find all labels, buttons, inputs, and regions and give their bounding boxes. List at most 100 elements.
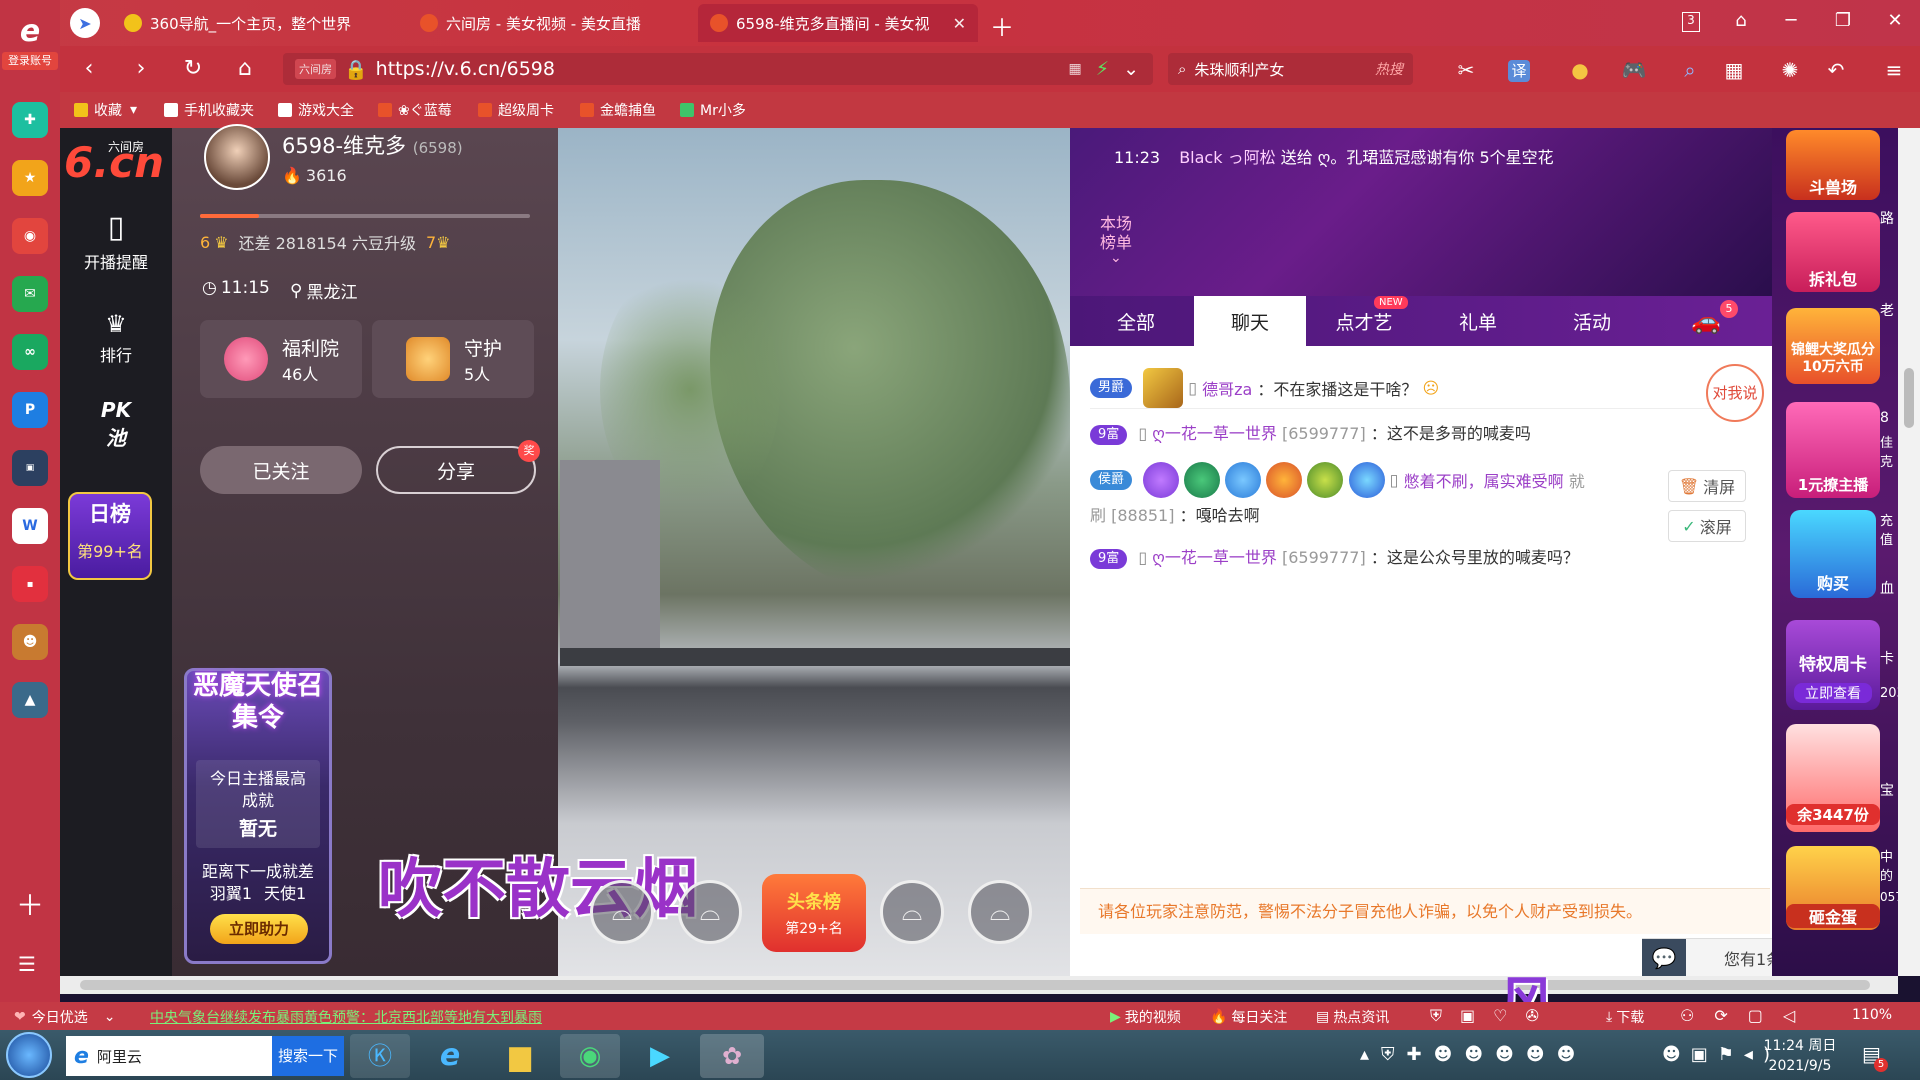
qr-icon[interactable]: ▦ bbox=[1069, 61, 1082, 77]
to-me-button[interactable]: 对我说 bbox=[1706, 364, 1764, 422]
tab-all[interactable]: 全部 bbox=[1080, 296, 1192, 346]
ad-koi[interactable]: 锦鲤大奖瓜分10万六币 bbox=[1786, 308, 1880, 384]
app-icon[interactable]: ▣ bbox=[12, 450, 48, 486]
coin-icon[interactable]: ● bbox=[1566, 58, 1594, 82]
url-bar[interactable]: 六间房 🔒 https://v.6.cn/6598 ▦ ⚡ ⌄ bbox=[283, 53, 1153, 85]
minimize-icon[interactable]: ─ bbox=[1776, 10, 1806, 31]
status-misc-icons[interactable]: ⚇⟳▢◁ bbox=[1680, 1006, 1815, 1025]
seat-icon[interactable]: ⌓ bbox=[590, 880, 654, 944]
taskbar-search-box[interactable]: e 阿里云 bbox=[66, 1036, 272, 1076]
close-window-icon[interactable]: ✕ bbox=[1880, 10, 1910, 31]
360-logo-icon[interactable]: e bbox=[8, 14, 52, 49]
close-tab-icon[interactable]: ✕ bbox=[953, 14, 966, 33]
explorer-icon[interactable]: ▆ bbox=[490, 1034, 550, 1078]
skin-icon[interactable]: ✺ bbox=[1776, 58, 1804, 82]
tray-icons[interactable]: ▴⛨✚☻☻☻☻☻ bbox=[1360, 1044, 1587, 1065]
session-rank-button[interactable]: 本场榜单 bbox=[1098, 214, 1134, 252]
magnifier-icon[interactable]: ⌕ bbox=[1676, 58, 1704, 82]
clock[interactable]: 11:24 周日 2021/9/5 bbox=[1760, 1036, 1840, 1076]
player-icon[interactable]: ▶ bbox=[630, 1034, 690, 1078]
game-char-icon[interactable]: ☻ bbox=[12, 624, 48, 660]
undo-icon[interactable]: ↶ bbox=[1822, 58, 1850, 82]
seat-icon[interactable]: ⌓ bbox=[880, 880, 944, 944]
shirt-icon[interactable]: ⌂ bbox=[1726, 10, 1756, 31]
scroll-screen-button[interactable]: ✓ 滚屏 bbox=[1668, 510, 1746, 542]
bookmark-lanmei[interactable]: ❀ぐ蓝莓 bbox=[378, 100, 452, 120]
hot-news-button[interactable]: ▤ 热点资讯 bbox=[1316, 1007, 1389, 1027]
vertical-scrollbar[interactable] bbox=[1898, 128, 1920, 976]
bookmark-favorites[interactable]: 收藏 ▾ bbox=[74, 100, 137, 120]
msg-user[interactable]: ღ一花一草一世界 bbox=[1152, 424, 1277, 443]
weibo-icon[interactable]: ◉ bbox=[12, 218, 48, 254]
clear-screen-button[interactable]: 🗑 清屏 bbox=[1668, 470, 1746, 502]
grid-icon[interactable]: ▦ bbox=[1720, 58, 1748, 82]
avatar[interactable] bbox=[204, 124, 270, 190]
tab-360[interactable]: 360导航_一个主页，整个世界 bbox=[112, 4, 400, 42]
refresh-icon[interactable]: ↻ bbox=[178, 56, 208, 81]
msg-user[interactable]: ღ一花一草一世界 bbox=[1152, 548, 1277, 567]
ad-golden-egg[interactable]: 砸金蛋 bbox=[1786, 846, 1880, 930]
p-icon[interactable]: P bbox=[12, 392, 48, 428]
ad-gift-pack[interactable]: 拆礼包 bbox=[1786, 212, 1880, 292]
new-tab-button[interactable]: ＋ bbox=[990, 8, 1014, 43]
mail-icon[interactable]: ✉ bbox=[12, 276, 48, 312]
tab-gifts[interactable]: 礼单 bbox=[1422, 296, 1534, 346]
news-ticker[interactable]: 中央气象台继续发布暴雨黄色预警：北京西北部等地有大到暴雨 bbox=[150, 1007, 542, 1027]
my-video-button[interactable]: ▶ 我的视频 bbox=[1110, 1007, 1181, 1027]
link-icon[interactable]: ∞ bbox=[12, 334, 48, 370]
xiaohongshu-icon[interactable]: ▪ bbox=[12, 566, 48, 602]
ad-buy[interactable]: 购买 bbox=[1790, 510, 1876, 598]
guard-button[interactable]: 守护 5人 bbox=[372, 320, 534, 398]
list-icon[interactable]: ☰ bbox=[18, 952, 36, 976]
download-button[interactable]: ⤓ 下载 bbox=[1606, 1007, 1644, 1027]
menu-icon[interactable]: ≡ bbox=[1880, 58, 1908, 82]
forward-icon[interactable]: › bbox=[126, 56, 156, 81]
bolt-icon[interactable]: ⚡ bbox=[1096, 58, 1109, 80]
tab-activity[interactable]: 活动 bbox=[1536, 296, 1648, 346]
followed-button[interactable]: 已关注 bbox=[200, 446, 362, 494]
ie-taskbar-icon[interactable]: e bbox=[420, 1034, 480, 1078]
scissors-icon[interactable]: ✂ bbox=[1452, 58, 1480, 82]
start-button[interactable] bbox=[6, 1032, 52, 1078]
360-browser-icon[interactable]: ◉ bbox=[560, 1034, 620, 1078]
search-input[interactable]: ⌕ 朱珠顺利产女 热搜 bbox=[1168, 53, 1413, 85]
tab-chat[interactable]: 聊天 bbox=[1194, 296, 1306, 346]
nav-live-remind[interactable]: ▯ 开播提醒 bbox=[60, 210, 172, 273]
chevron-down-icon[interactable]: ⌄ bbox=[1110, 250, 1122, 266]
zoom-level[interactable]: 110% bbox=[1852, 1007, 1892, 1023]
seat-icon[interactable]: ⌓ bbox=[678, 880, 742, 944]
k-app-icon[interactable]: Ⓚ bbox=[350, 1034, 410, 1078]
ad-one-yuan[interactable]: 1元撩主播 bbox=[1786, 402, 1880, 498]
nav-rank[interactable]: ♛ 排行 bbox=[60, 310, 172, 366]
tab-6cn[interactable]: 六间房 - 美女视频 - 美女直播 bbox=[408, 4, 698, 42]
car-icon[interactable]: 🚗 bbox=[1650, 296, 1762, 346]
translate-icon[interactable]: 译 bbox=[1508, 60, 1530, 82]
bookmark-mobile[interactable]: 手机收藏夹 bbox=[164, 100, 254, 120]
ad-lucky-cat[interactable]: 余3447份 bbox=[1786, 724, 1880, 832]
tab-room[interactable]: 6598-维克多直播间 - 美女视 ✕ bbox=[698, 4, 978, 42]
bookmark-mrxiaoduo[interactable]: Mr小多 bbox=[680, 100, 746, 120]
favorite-star-icon[interactable]: ★ bbox=[12, 160, 48, 196]
seat-icon[interactable]: ⌓ bbox=[968, 880, 1032, 944]
game-icon[interactable]: 🎮 bbox=[1620, 58, 1648, 82]
add-sidebar-icon[interactable]: ＋ bbox=[16, 884, 44, 924]
send-icon[interactable]: ➤ bbox=[70, 8, 100, 38]
restore-icon[interactable]: ❐ bbox=[1828, 10, 1858, 31]
login-badge[interactable]: 登录账号 bbox=[2, 52, 58, 70]
home-icon[interactable]: ⌂ bbox=[230, 56, 260, 81]
welfare-button[interactable]: 福利院 46人 bbox=[200, 320, 362, 398]
today-picks[interactable]: ❤ 今日优选 ⌄ bbox=[14, 1007, 115, 1027]
ad-week-card[interactable]: 特权周卡 立即查看 bbox=[1786, 620, 1880, 710]
bookmark-weekcard[interactable]: 超级周卡 bbox=[478, 100, 554, 120]
landscape-icon[interactable]: ▲ bbox=[12, 682, 48, 718]
puzzle-icon[interactable]: ✚ bbox=[12, 102, 48, 138]
daily-follow-button[interactable]: 🔥 每日关注 bbox=[1210, 1007, 1287, 1027]
back-icon[interactable]: ‹ bbox=[74, 56, 104, 81]
taskbar-search-button[interactable]: 搜索一下 bbox=[272, 1036, 344, 1076]
msg-user[interactable]: 憋着不刷，属实难受啊 bbox=[1404, 472, 1564, 491]
horizontal-scrollbar[interactable] bbox=[60, 976, 1898, 994]
bookmark-fishing[interactable]: 金蟾捕鱼 bbox=[580, 100, 656, 120]
promo-help-button[interactable]: 立即助力 bbox=[210, 914, 308, 944]
chevron-down-icon[interactable]: ⌄ bbox=[1123, 58, 1139, 80]
msg-user[interactable]: 德哥za bbox=[1202, 380, 1252, 399]
